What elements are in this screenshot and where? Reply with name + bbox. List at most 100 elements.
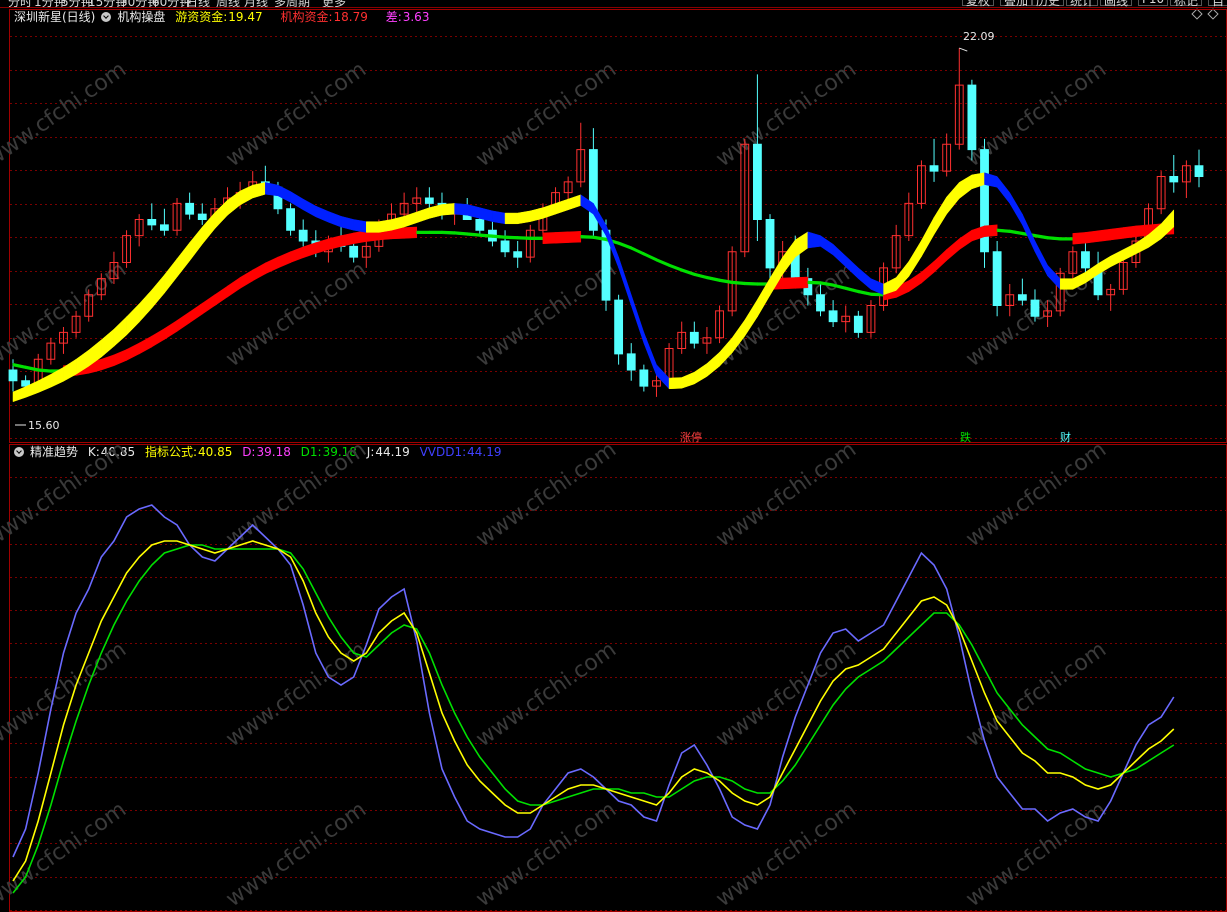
institution-band-segment	[555, 231, 569, 244]
institution-band-segment	[1085, 230, 1099, 244]
band-segment	[820, 235, 834, 256]
band-segment	[883, 277, 897, 296]
candle-body	[1093, 267, 1103, 296]
j-value: 44.19	[375, 445, 410, 459]
diff-value: 3.63	[402, 10, 430, 24]
candle-body	[513, 251, 523, 258]
institution-band-segment	[492, 234, 506, 239]
period-tab[interactable]: 月线	[244, 0, 268, 7]
diamond-icon[interactable]	[1207, 8, 1219, 20]
band-segment	[466, 204, 481, 219]
institution-band-segment	[567, 231, 582, 243]
candle-body	[1030, 299, 1040, 317]
period-tab[interactable]: 多周期	[274, 0, 310, 7]
j-line	[12, 504, 1175, 858]
band-segment	[12, 386, 26, 403]
band-segment	[643, 332, 657, 376]
institution-band-segment	[441, 230, 455, 235]
candle-body	[71, 315, 81, 333]
hot-money-value: 19.47	[228, 10, 263, 24]
candle-body	[563, 181, 573, 194]
band-segment	[454, 203, 468, 216]
candle-body	[475, 219, 485, 231]
institution-band-segment	[201, 294, 216, 315]
institution-band-segment	[883, 286, 897, 301]
candle-body	[1017, 294, 1027, 301]
candle-body	[1081, 251, 1090, 269]
candle-body	[828, 310, 838, 323]
candle-body	[197, 213, 207, 220]
candle-body	[588, 149, 598, 231]
diamond-icon[interactable]	[1191, 8, 1203, 20]
institution-band-segment	[1047, 236, 1061, 241]
institution-band-segment	[328, 235, 342, 250]
candle-body	[816, 294, 825, 312]
period-tab[interactable]: 周线	[216, 0, 240, 7]
band-segment	[744, 298, 758, 337]
chevron-down-icon[interactable]	[101, 12, 112, 22]
period-tab[interactable]: 分时	[8, 0, 32, 7]
chevron-down-icon[interactable]	[14, 447, 24, 457]
candle-body	[412, 197, 422, 204]
candle-body	[1169, 176, 1179, 183]
institution-value: 18.79	[333, 10, 368, 24]
candle-body	[462, 208, 472, 220]
band-segment	[668, 377, 682, 390]
institution-band-segment	[958, 229, 973, 251]
watermark-text: www.cfchi.com	[222, 797, 371, 912]
institution-band-segment	[719, 278, 733, 285]
band-segment	[25, 380, 39, 398]
period-tab[interactable]: 更多	[322, 0, 346, 7]
institution-band-segment	[946, 238, 960, 261]
event-limit-up[interactable]: 涨停	[680, 430, 702, 444]
institution-band-segment	[101, 354, 115, 371]
toolbar-button[interactable]: 统计	[1066, 0, 1099, 7]
period-tab[interactable]: 日线	[186, 0, 210, 7]
candle-body	[1055, 272, 1065, 312]
candle-body	[336, 240, 346, 247]
toolbar-button[interactable]: 自	[1208, 0, 1227, 7]
candle-body	[1118, 262, 1128, 290]
band-segment	[151, 274, 165, 309]
indicator-menu[interactable]: 机构操盘	[101, 10, 165, 24]
band-segment	[971, 172, 985, 190]
j-label: J:	[366, 445, 375, 459]
watermark-text: www.cfchi.com	[712, 797, 861, 912]
band-segment	[921, 217, 935, 258]
watermark-text: www.cfchi.com	[222, 637, 371, 752]
institution-band-segment	[265, 256, 279, 275]
band-segment	[252, 182, 266, 199]
band-segment	[959, 174, 973, 200]
toolbar-button[interactable]: 标记	[1170, 0, 1203, 7]
candle-body	[1131, 240, 1141, 263]
watermark-text: www.cfchi.com	[0, 57, 131, 172]
institution-band-segment	[870, 292, 884, 297]
institution-band-segment	[1072, 232, 1086, 245]
band-segment	[845, 255, 859, 280]
toolbar-button[interactable]: 历史	[1032, 0, 1065, 7]
event-finance[interactable]: 财	[1060, 430, 1071, 444]
candle-body	[84, 294, 94, 317]
candle-body	[185, 202, 195, 215]
band-segment	[1022, 214, 1036, 252]
band-segment	[479, 207, 493, 222]
band-segment	[858, 267, 872, 290]
toolbar-button[interactable]: F10	[1138, 0, 1169, 6]
band-segment	[492, 210, 506, 225]
institution-band-segment	[820, 281, 834, 287]
candle-body	[1005, 294, 1015, 306]
event-fall[interactable]: 跌	[960, 430, 971, 444]
toolbar-button[interactable]: 复权	[962, 0, 995, 7]
candle-body	[374, 224, 384, 247]
candle-body	[752, 143, 762, 220]
candle-body	[538, 208, 548, 231]
d-label: D:	[242, 445, 256, 459]
toolbar-button[interactable]: 画线	[1100, 0, 1133, 7]
institution-band-segment	[593, 235, 607, 242]
institution-band-segment	[378, 227, 392, 241]
candle-body	[134, 219, 144, 237]
toolbar-button[interactable]: 叠加	[1000, 0, 1033, 7]
institution-band-segment	[290, 246, 304, 263]
band-segment	[1097, 255, 1111, 275]
candle-body	[929, 165, 939, 172]
